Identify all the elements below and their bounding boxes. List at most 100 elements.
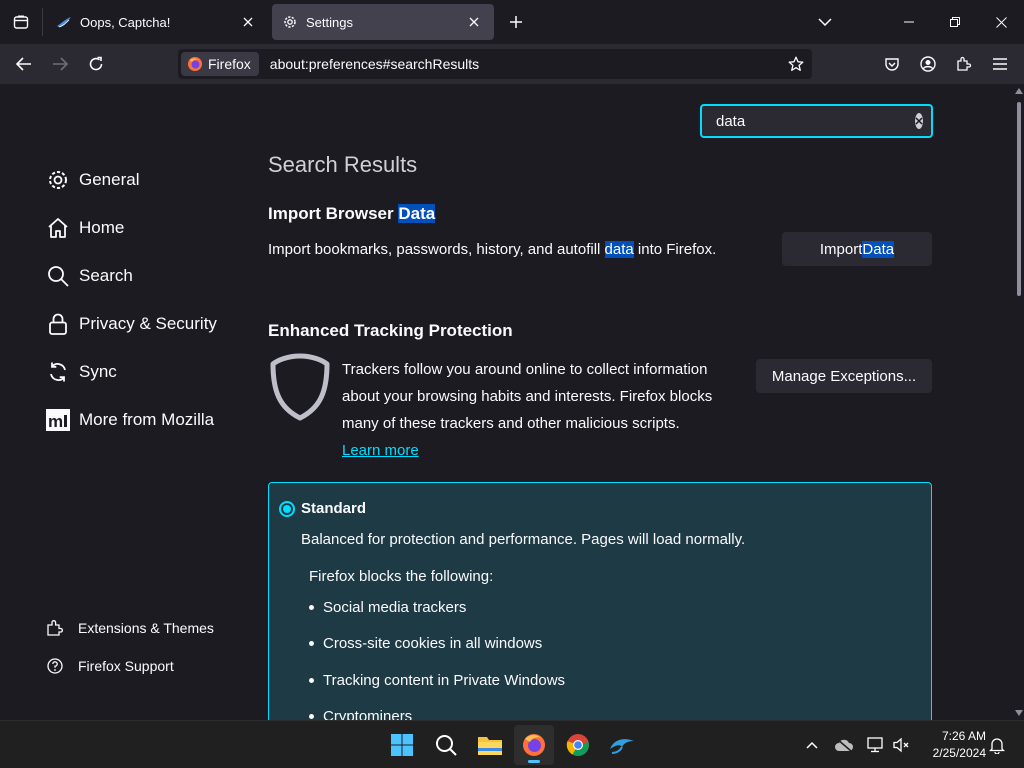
tab-separator bbox=[42, 8, 43, 36]
tab-bar: Oops, Captcha! Settings bbox=[0, 0, 1024, 44]
sidebar-item-privacy-security[interactable]: Privacy & Security bbox=[46, 312, 217, 336]
start-button[interactable] bbox=[382, 725, 422, 765]
taskbar-clock[interactable]: 7:26 AM 2/25/2024 bbox=[918, 728, 986, 762]
sidebar-item-general[interactable]: General bbox=[46, 168, 139, 192]
puzzle-icon bbox=[957, 56, 972, 71]
learn-more-link[interactable]: Learn more bbox=[342, 437, 419, 464]
sidebar-item-label: Sync bbox=[79, 362, 117, 381]
back-button[interactable] bbox=[10, 50, 38, 78]
chevron-down-icon bbox=[818, 18, 832, 26]
dolphin-icon bbox=[610, 739, 634, 754]
onedrive-tray-icon[interactable] bbox=[832, 733, 856, 757]
dolphin-app-button[interactable] bbox=[602, 725, 642, 765]
vertical-scrollbar[interactable] bbox=[1014, 84, 1024, 720]
app-menu-button[interactable] bbox=[986, 50, 1014, 78]
sidebar-item-label: General bbox=[79, 170, 140, 189]
sidebar-item-sync[interactable]: Sync bbox=[46, 360, 117, 384]
chrome-taskbar-button[interactable] bbox=[558, 725, 598, 765]
tab-oops-captcha[interactable]: Oops, Captcha! bbox=[46, 4, 268, 40]
etp-description: Trackers follow you around online to col… bbox=[342, 356, 742, 464]
account-button[interactable] bbox=[914, 50, 942, 78]
navigation-toolbar: Firefox about:preferences#searchResults bbox=[0, 44, 1024, 84]
windows-logo-icon bbox=[391, 734, 413, 756]
import-data-button[interactable]: Import Data bbox=[782, 232, 932, 266]
list-item-text: Social media trackers bbox=[323, 599, 467, 616]
url-bar[interactable]: Firefox about:preferences#searchResults bbox=[178, 49, 812, 79]
sidebar-item-home[interactable]: Home bbox=[46, 216, 124, 240]
sidebar-item-search[interactable]: Search bbox=[46, 264, 133, 288]
scroll-down-icon[interactable] bbox=[1015, 709, 1023, 717]
list-item-text: Cross-site cookies in all windows bbox=[323, 635, 543, 652]
volume-tray-icon[interactable] bbox=[890, 733, 914, 757]
reload-button[interactable] bbox=[82, 50, 110, 78]
sidebar-link-extensions-themes[interactable]: Extensions & Themes bbox=[46, 619, 214, 637]
tab-title: Settings bbox=[306, 14, 353, 30]
firefox-view-button[interactable] bbox=[0, 0, 42, 44]
close-icon bbox=[995, 16, 1007, 28]
etp-description-text: Trackers follow you around online to col… bbox=[342, 361, 713, 432]
chrome-logo-icon bbox=[566, 734, 589, 756]
list-all-tabs-button[interactable] bbox=[802, 0, 848, 44]
cloud-offline-icon bbox=[835, 738, 853, 752]
url-text[interactable]: about:preferences#searchResults bbox=[270, 56, 782, 72]
extensions-button[interactable] bbox=[950, 50, 978, 78]
sidebar-link-label: Firefox Support bbox=[78, 658, 174, 674]
identity-label: Firefox bbox=[208, 56, 251, 72]
shield-icon bbox=[270, 353, 330, 421]
title-text: Import Browser bbox=[268, 204, 399, 223]
bullet bbox=[309, 605, 314, 610]
minimize-button[interactable] bbox=[886, 0, 932, 44]
lock-icon bbox=[46, 312, 70, 336]
tab-title: Oops, Captcha! bbox=[80, 14, 171, 30]
sidebar-item-label: More from Mozilla bbox=[79, 410, 215, 429]
help-icon bbox=[46, 657, 64, 675]
etp-title: Enhanced Tracking Protection bbox=[268, 321, 513, 340]
taskbar-search-button[interactable] bbox=[426, 725, 466, 765]
list-item-text: Tracking content in Private Windows bbox=[323, 672, 566, 689]
identity-box[interactable]: Firefox bbox=[181, 52, 259, 76]
account-icon bbox=[920, 56, 936, 72]
bullet bbox=[309, 678, 314, 683]
search-highlight: Data bbox=[398, 204, 436, 223]
notifications-button[interactable] bbox=[985, 733, 1009, 757]
restore-button[interactable] bbox=[932, 0, 978, 44]
list-item: Social media trackers bbox=[309, 599, 466, 616]
scroll-thumb[interactable] bbox=[1017, 102, 1021, 296]
settings-page: General Home Search Privacy & Security S… bbox=[0, 84, 1024, 720]
search-highlight: data bbox=[604, 241, 634, 258]
network-tray-icon[interactable] bbox=[864, 733, 888, 757]
firefox-logo-icon bbox=[523, 734, 545, 756]
forward-button[interactable] bbox=[46, 50, 74, 78]
standard-description: Balanced for protection and performance.… bbox=[301, 531, 746, 548]
show-hidden-icons-button[interactable] bbox=[800, 733, 824, 757]
desc-text: into Firefox. bbox=[633, 241, 717, 258]
search-results-heading: Search Results bbox=[268, 152, 418, 177]
new-tab-button[interactable] bbox=[502, 8, 530, 36]
close-window-button[interactable] bbox=[978, 0, 1024, 44]
active-indicator bbox=[528, 760, 540, 763]
sync-icon bbox=[46, 360, 70, 384]
search-results-panel: Search Results Import Browser Data Impor… bbox=[268, 84, 932, 720]
bullet bbox=[309, 714, 314, 719]
blocks-label: Firefox blocks the following: bbox=[309, 568, 494, 585]
firefox-taskbar-button[interactable] bbox=[514, 725, 554, 765]
sidebar-item-more-from-mozilla[interactable]: m More from Mozilla bbox=[46, 408, 214, 432]
desc-text: Import bookmarks, passwords, history, an… bbox=[268, 241, 605, 258]
bookmark-button[interactable] bbox=[782, 50, 810, 78]
button-text: Import bbox=[819, 240, 863, 258]
sidebar-link-firefox-support[interactable]: Firefox Support bbox=[46, 657, 174, 675]
arrow-right-icon bbox=[53, 57, 68, 71]
file-explorer-button[interactable] bbox=[470, 725, 510, 765]
search-highlight: Data bbox=[862, 240, 895, 258]
close-tab-icon[interactable] bbox=[464, 12, 484, 32]
pocket-button[interactable] bbox=[878, 50, 906, 78]
bell-icon bbox=[989, 738, 1005, 754]
reload-icon bbox=[89, 56, 103, 71]
tab-settings[interactable]: Settings bbox=[272, 4, 494, 40]
close-tab-icon[interactable] bbox=[238, 12, 258, 32]
firefox-logo-icon bbox=[188, 57, 202, 71]
scroll-up-icon[interactable] bbox=[1015, 87, 1023, 95]
standard-protection-option[interactable]: Standard Balanced for protection and per… bbox=[268, 482, 932, 720]
standard-radio[interactable] bbox=[279, 501, 295, 517]
manage-exceptions-button[interactable]: Manage Exceptions... bbox=[756, 359, 932, 393]
